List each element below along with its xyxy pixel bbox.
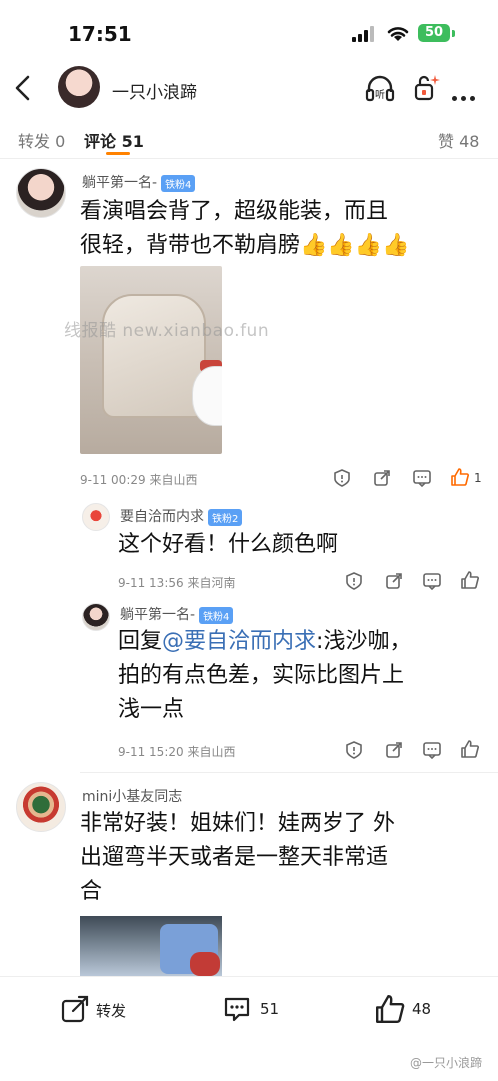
headphones-listen-icon[interactable]: 听 — [364, 72, 396, 104]
share-icon[interactable] — [384, 571, 404, 591]
mention-link[interactable]: @要自洽而内求 — [162, 629, 316, 654]
fan-badge: 铁粉4 — [199, 606, 234, 624]
commenter-name[interactable]: 躺平第一名- 铁粉4 — [82, 172, 196, 192]
reply-name[interactable]: 要自洽而内求 铁粉2 — [120, 506, 243, 526]
like-icon[interactable] — [460, 570, 480, 590]
comment-image[interactable] — [80, 916, 222, 976]
wifi-icon — [387, 27, 409, 41]
commenter-avatar[interactable] — [16, 782, 66, 832]
tab-likes[interactable]: 赞 48 — [438, 128, 479, 152]
tab-repost[interactable]: 转发 0 — [18, 128, 65, 152]
reply-avatar[interactable] — [82, 503, 110, 531]
reply-meta: 9-11 13:56 来自河南 — [118, 576, 236, 590]
author-nickname[interactable]: 一只小浪蹄 — [112, 78, 197, 103]
commenter-name[interactable]: mini小基友同志 — [82, 786, 182, 806]
footer-watermark: @一只小浪蹄 — [410, 1056, 483, 1070]
reply-text: 回复@要自洽而内求:浅沙咖， 拍的有点色差，实际比图片上 浅一点 — [118, 629, 412, 722]
reply-icon[interactable] — [412, 468, 432, 488]
fan-badge: 铁粉4 — [161, 174, 196, 192]
like-count: 1 — [474, 471, 482, 485]
tab-bar: 转发 0 评论 51 赞 48 — [0, 122, 498, 159]
reply-icon[interactable] — [422, 571, 442, 591]
battery-tip — [452, 30, 455, 37]
report-icon[interactable] — [344, 740, 364, 760]
comment-count[interactable]: 51 — [260, 1000, 279, 1018]
reply-meta: 9-11 15:20 来自山西 — [118, 745, 236, 759]
spark-lock-icon[interactable] — [410, 72, 442, 104]
reply-text: 这个好看！什么颜色啊 — [118, 532, 339, 557]
commenter-avatar[interactable] — [16, 168, 66, 218]
like-icon[interactable] — [450, 467, 470, 487]
signal-icon — [352, 26, 378, 42]
more-options-icon[interactable] — [452, 86, 479, 105]
like-count[interactable]: 48 — [412, 1000, 431, 1018]
fan-badge: 铁粉2 — [208, 508, 243, 526]
comment-text: 非常好装！姐妹们！娃两岁了 外 出遛弯半天或者是一整天非常适 合 — [80, 811, 395, 904]
like-icon[interactable] — [460, 739, 480, 759]
watermark-text: 线报酷 new.xianbao.fun — [64, 321, 270, 341]
report-icon[interactable] — [332, 468, 352, 488]
reply-name[interactable]: 躺平第一名- 铁粉4 — [120, 604, 234, 624]
like-icon[interactable] — [374, 993, 406, 1025]
status-time: 17:51 — [68, 22, 132, 46]
back-arrow-icon[interactable] — [12, 74, 36, 102]
comment-text: 看演唱会背了，超级能装，而且 很轻，背带也不勒肩膀👍👍👍👍 — [80, 199, 410, 258]
battery-indicator: 50 — [418, 24, 450, 42]
share-icon[interactable] — [384, 740, 404, 760]
listen-label: 听 — [375, 89, 385, 101]
share-icon[interactable] — [372, 468, 392, 488]
reply-avatar[interactable] — [82, 603, 110, 631]
repost-button-label[interactable]: 转发 — [96, 1000, 126, 1021]
active-tab-underline — [106, 152, 130, 155]
report-icon[interactable] — [344, 571, 364, 591]
comment-meta: 9-11 00:29 来自山西 — [80, 473, 198, 487]
comment-divider — [80, 772, 498, 773]
tab-comments[interactable]: 评论 51 — [84, 128, 144, 152]
repost-icon[interactable] — [60, 994, 90, 1024]
comment-image[interactable] — [80, 266, 222, 454]
comment-icon[interactable] — [222, 994, 252, 1024]
author-avatar[interactable] — [58, 66, 100, 108]
reply-icon[interactable] — [422, 740, 442, 760]
